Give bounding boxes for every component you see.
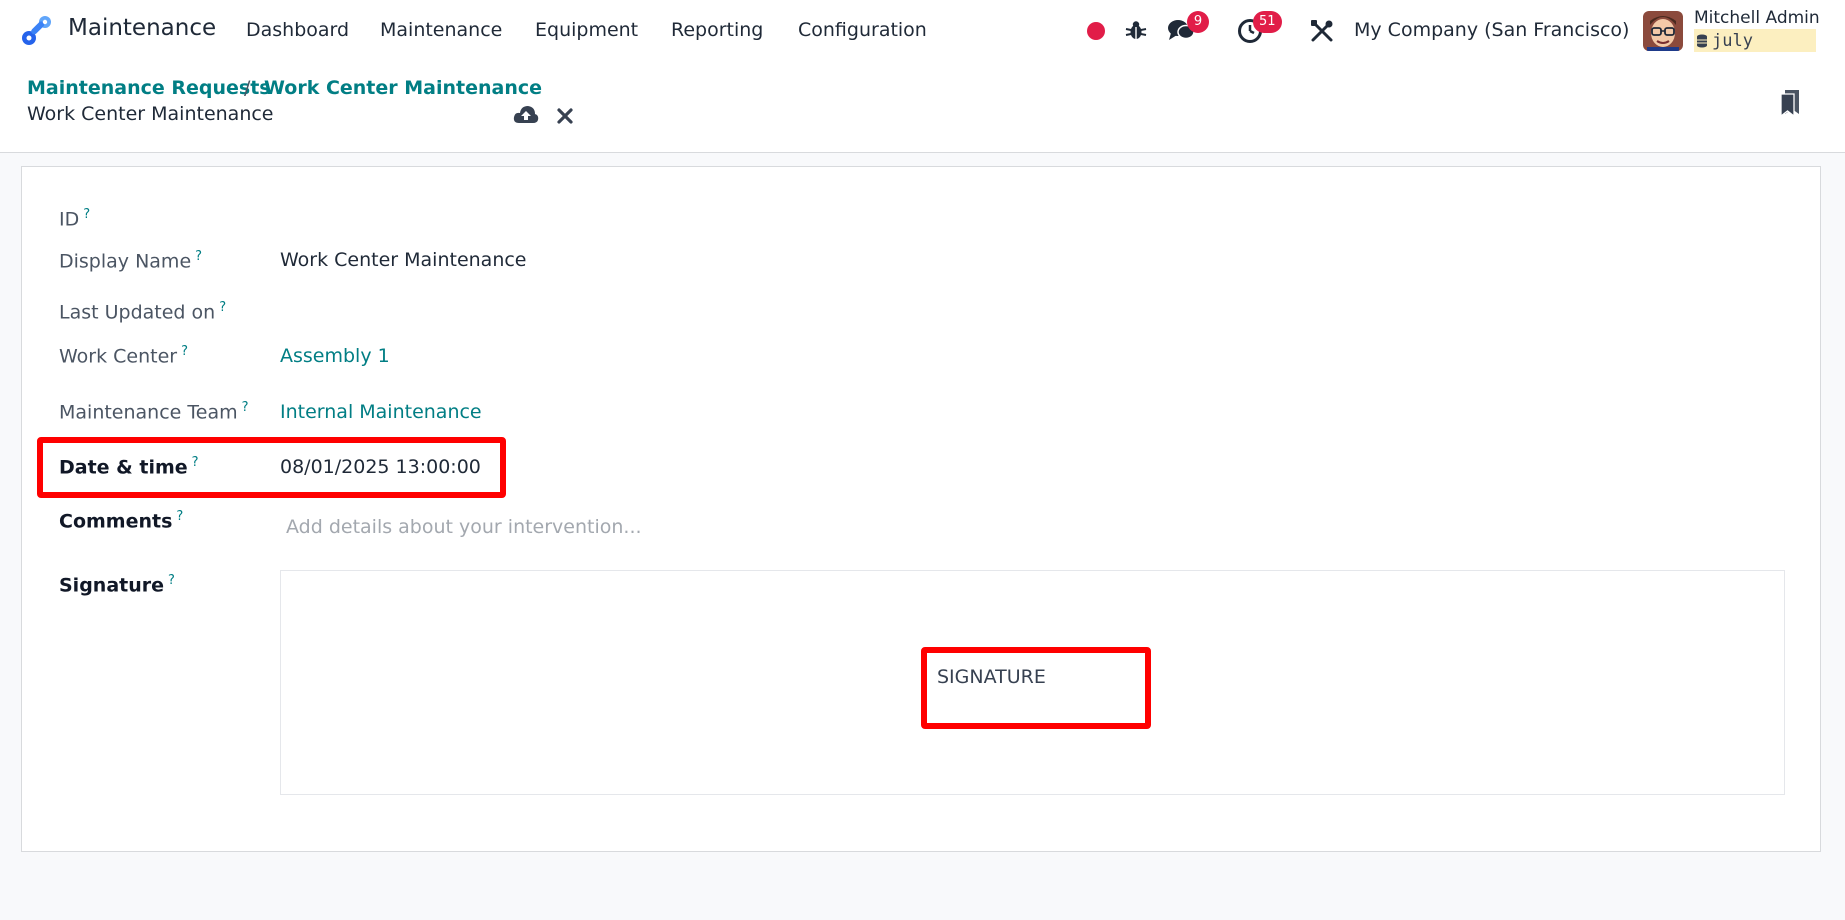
app-name[interactable]: Maintenance bbox=[68, 15, 216, 41]
save-cloud-icon[interactable] bbox=[513, 104, 539, 126]
breadcrumb-work-center-maintenance[interactable]: Work Center Maintenance bbox=[264, 77, 542, 99]
bookmark-icon[interactable] bbox=[1779, 89, 1801, 117]
menu-equipment[interactable]: Equipment bbox=[535, 19, 638, 41]
field-label-maintenance-team: Maintenance Team? bbox=[59, 400, 249, 423]
help-tooltip-icon[interactable]: ? bbox=[242, 400, 249, 415]
field-label-display-name: Display Name? bbox=[59, 249, 202, 272]
label-text: Maintenance Team bbox=[59, 401, 238, 424]
record-title: Work Center Maintenance bbox=[27, 103, 274, 125]
label-text: Last Updated on bbox=[59, 301, 216, 324]
form-sheet: ID? Display Name? Work Center Maintenanc… bbox=[21, 166, 1821, 852]
messages-badge: 9 bbox=[1187, 11, 1209, 33]
field-label-last-updated: Last Updated on? bbox=[59, 300, 226, 323]
signature-highlight-box bbox=[921, 647, 1151, 729]
field-label-comments: Comments? bbox=[59, 509, 183, 532]
maintenance-team-link[interactable]: Internal Maintenance bbox=[280, 401, 482, 423]
display-name-value[interactable]: Work Center Maintenance bbox=[280, 249, 527, 271]
work-center-link[interactable]: Assembly 1 bbox=[280, 345, 390, 367]
label-text: Comments bbox=[59, 510, 173, 533]
database-name: july bbox=[1712, 30, 1753, 51]
database-icon bbox=[1697, 34, 1707, 47]
avatar-image bbox=[1643, 11, 1683, 51]
maintenance-app-icon[interactable] bbox=[20, 13, 54, 47]
breadcrumb-separator: / bbox=[244, 77, 251, 99]
label-text: ID bbox=[59, 208, 80, 231]
comments-input[interactable]: Add details about your intervention... bbox=[286, 516, 642, 538]
user-name[interactable]: Mitchell Admin bbox=[1694, 8, 1820, 28]
field-label-signature: Signature? bbox=[59, 573, 175, 596]
label-text: Signature bbox=[59, 574, 165, 597]
database-tag: july bbox=[1694, 29, 1816, 52]
user-avatar[interactable] bbox=[1643, 11, 1683, 51]
date-time-highlight-box bbox=[37, 437, 506, 498]
top-navbar: Maintenance Dashboard Maintenance Equipm… bbox=[0, 0, 1845, 60]
tools-icon[interactable] bbox=[1310, 19, 1334, 43]
menu-reporting[interactable]: Reporting bbox=[671, 19, 763, 41]
breadcrumb-maintenance-requests[interactable]: Maintenance Requests bbox=[27, 77, 271, 99]
control-panel: Maintenance Requests / Work Center Maint… bbox=[0, 60, 1845, 153]
field-label-work-center: Work Center? bbox=[59, 344, 188, 367]
help-tooltip-icon[interactable]: ? bbox=[195, 249, 202, 264]
help-tooltip-icon[interactable]: ? bbox=[176, 509, 183, 524]
help-tooltip-icon[interactable]: ? bbox=[219, 300, 226, 315]
menu-configuration[interactable]: Configuration bbox=[798, 19, 927, 41]
help-tooltip-icon[interactable]: ? bbox=[168, 573, 175, 588]
bug-icon[interactable] bbox=[1125, 19, 1147, 41]
activities-badge: 51 bbox=[1253, 11, 1282, 33]
field-label-id: ID? bbox=[59, 207, 90, 230]
label-text: Work Center bbox=[59, 345, 178, 368]
help-tooltip-icon[interactable]: ? bbox=[83, 207, 90, 222]
menu-dashboard[interactable]: Dashboard bbox=[246, 19, 349, 41]
company-switcher[interactable]: My Company (San Francisco) bbox=[1354, 19, 1629, 41]
discard-close-icon[interactable] bbox=[556, 107, 574, 125]
record-dot-icon[interactable] bbox=[1086, 21, 1106, 41]
label-text: Display Name bbox=[59, 250, 192, 273]
help-tooltip-icon[interactable]: ? bbox=[181, 344, 188, 359]
menu-maintenance[interactable]: Maintenance bbox=[380, 19, 502, 41]
